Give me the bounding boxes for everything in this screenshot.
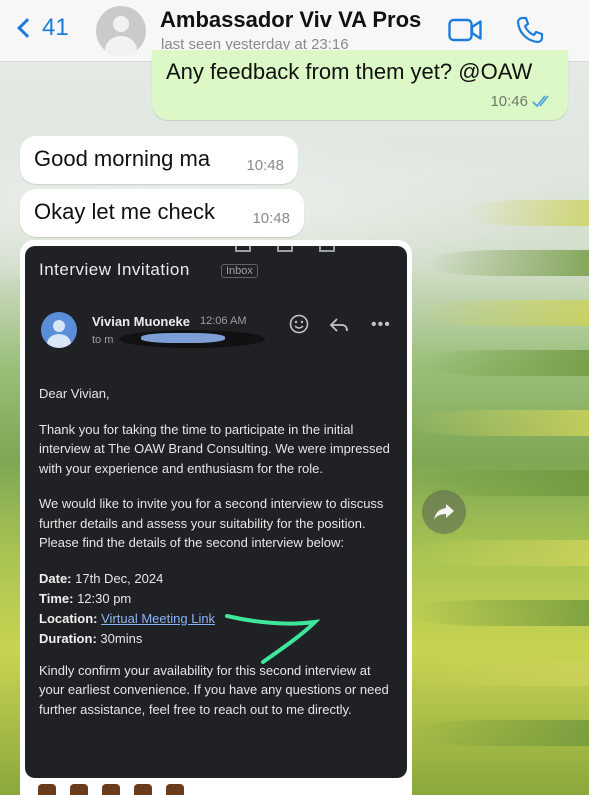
email-paragraph: Kindly confirm your availability for thi… [39, 662, 389, 717]
reply-icon [329, 318, 348, 332]
chevron-left-icon [17, 18, 37, 38]
message-time: 10:48 [246, 157, 284, 174]
email-screenshot: Interview Invitation Inbox Vivian Muonek… [25, 246, 407, 778]
sent-time: 12:06 AM [200, 315, 247, 327]
phone-icon[interactable] [515, 15, 545, 45]
back-button[interactable]: 41 [14, 14, 69, 42]
incoming-message[interactable]: Good morning ma 10:48 [20, 136, 298, 184]
read-ticks-icon [532, 95, 549, 108]
message-time: 10:48 [252, 210, 290, 227]
meeting-link: Virtual Meeting Link [101, 610, 216, 626]
message-time: 10:46 [490, 93, 528, 110]
message-text: Okay let me check [34, 199, 215, 224]
email-paragraph: Thank you for taking the time to partici… [39, 421, 390, 476]
contact-name[interactable]: Ambassador Viv VA Pros [160, 7, 421, 33]
redaction-mark [141, 333, 225, 343]
sender-avatar [41, 312, 77, 348]
avatar[interactable] [96, 6, 146, 56]
email-greeting: Dear Vivian, [39, 386, 110, 401]
message-text: Any feedback from them yet? @OAW [166, 59, 533, 84]
highlight-scribble [225, 614, 321, 664]
recipient-prefix: to m [92, 334, 114, 346]
image-message[interactable]: Interview Invitation Inbox Vivian Muonek… [20, 240, 412, 795]
interview-details: Date: 17th Dec, 2024 Time: 12:30 pm Loca… [39, 570, 216, 646]
email-subject: Interview Invitation [39, 260, 190, 279]
incoming-message[interactable]: Okay let me check 10:48 [20, 189, 304, 237]
inbox-tag: Inbox [221, 264, 258, 278]
forward-icon [434, 504, 454, 520]
reaction-row [38, 784, 184, 795]
emoji-icon [289, 314, 309, 334]
sender-name: Vivian Muoneke [92, 314, 191, 329]
more-icon: ••• [371, 316, 391, 333]
email-paragraph: We would like to invite you for a second… [39, 496, 384, 550]
message-text: Good morning ma [34, 146, 211, 171]
video-call-icon[interactable] [448, 18, 482, 42]
email-body: Dear Vivian, Thank you for taking the ti… [39, 384, 397, 735]
forward-button[interactable] [422, 490, 466, 534]
outgoing-message[interactable]: Any feedback from them yet? @OAW 10:46 [152, 50, 568, 120]
unread-count: 41 [42, 14, 69, 41]
